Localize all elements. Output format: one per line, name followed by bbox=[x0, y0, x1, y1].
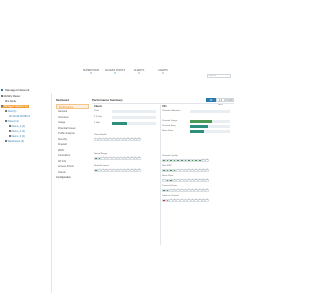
metric-label: Channel Quality bbox=[162, 155, 178, 157]
tab-all-radios[interactable]: All Radios bbox=[206, 98, 216, 106]
tree-item[interactable]: Demo_3 (4) bbox=[9, 135, 25, 139]
tree-item[interactable]: Warehouse (4) bbox=[5, 140, 24, 144]
tab-5ghz[interactable]: 5 GHz bbox=[225, 98, 234, 102]
menu-group-dashboard[interactable]: Dashboard bbox=[56, 98, 89, 103]
metric-label: Load on Channel bbox=[162, 195, 179, 197]
status-value: 8 bbox=[114, 72, 116, 75]
channel-row: 1 2 3 4 5 6 7 8 9 10 11 12 13 bbox=[162, 158, 209, 162]
metric-label: Channel Utilization bbox=[162, 110, 181, 112]
metric-label: Channel Busy bbox=[162, 125, 176, 127]
status-alerts[interactable]: ALERTS 0 bbox=[152, 69, 174, 75]
channel-row: 1 2 3 4 5 6 7 8 9 10 11 12 13 bbox=[94, 168, 141, 172]
network-icon bbox=[1, 88, 4, 92]
radio-tabs: All Radios 2.4 GHz 5 GHz bbox=[206, 98, 234, 106]
channel-cell: 13 bbox=[205, 198, 209, 202]
tree-item[interactable]: Demo_2 (4) bbox=[9, 130, 25, 134]
status-supervisor[interactable]: SUPERVISOR 8 bbox=[80, 69, 102, 75]
channel-row: 1 2 3 4 5 6 7 8 9 10 11 12 13 bbox=[94, 137, 141, 141]
metric-label: Channel Usage bbox=[162, 120, 178, 122]
channel-row: 1 2 3 4 5 6 7 8 9 10 11 12 13 bbox=[162, 168, 209, 172]
metric-bar bbox=[190, 120, 230, 123]
metric-label: Speed Range bbox=[94, 153, 108, 155]
tree-item[interactable]: Mm-Node bbox=[5, 100, 16, 104]
performance-panel: Performance Summary All Radios 2.4 GHz 5… bbox=[92, 98, 234, 248]
nav-divider bbox=[51, 93, 52, 293]
menu-item-potential-issues[interactable]: Potential Issues bbox=[56, 126, 89, 131]
tree-item[interactable]: Mobility Master bbox=[1, 95, 20, 99]
menu-item-overview[interactable]: Overview bbox=[56, 115, 89, 120]
panel-title: Performance Summary bbox=[92, 98, 123, 102]
channel-cell: 13 bbox=[205, 168, 209, 172]
nav-header[interactable]: Managed Network bbox=[0, 88, 50, 92]
metric-bar bbox=[190, 125, 230, 128]
channel-cell: 13 bbox=[205, 158, 209, 162]
channel-row: 1 2 3 4 5 6 7 8 9 10 11 12 13 bbox=[94, 156, 141, 160]
aps-heading: APs bbox=[162, 105, 167, 108]
menu-item-security[interactable]: Security bbox=[56, 137, 89, 142]
status-clients[interactable]: CLIENTS 0 bbox=[128, 69, 150, 75]
tree-item[interactable]: Demo_1 (4) bbox=[9, 125, 25, 129]
menu-item-ap-info[interactable]: AP Info bbox=[56, 159, 89, 164]
metric-label: Noise Floor bbox=[162, 130, 174, 132]
channel-row: 1 2 3 4 5 6 7 8 9 10 11 12 13 bbox=[162, 178, 209, 182]
clients-heading: Clients bbox=[94, 105, 102, 108]
metric-label: 2.4 GHz bbox=[94, 116, 103, 118]
metric-label: Retried Frames bbox=[94, 165, 110, 167]
channel-cell: 13 bbox=[205, 178, 209, 182]
tree-item[interactable]: Planet (4) bbox=[5, 120, 18, 124]
menu-item-wan[interactable]: WAN bbox=[56, 148, 89, 153]
menu-item-firewall[interactable]: Firewall bbox=[56, 142, 89, 147]
menu-item-clients[interactable]: Clients bbox=[56, 170, 89, 175]
menu-item-performance[interactable]: Performance bbox=[56, 103, 89, 109]
channel-cell: 13 bbox=[137, 156, 141, 160]
metric-bar bbox=[190, 110, 230, 113]
metric-fill bbox=[112, 122, 128, 125]
menu-item-usage[interactable]: Usage bbox=[56, 120, 89, 125]
search-input[interactable]: Search bbox=[207, 74, 231, 78]
tab-2-4ghz[interactable]: 2.4 GHz bbox=[216, 98, 225, 106]
metric-label: Max EIRP bbox=[162, 165, 172, 167]
metric-fill bbox=[190, 120, 212, 123]
metric-label: 5 GHz bbox=[94, 122, 101, 124]
status-value: 0 bbox=[138, 72, 140, 75]
nav-title: Managed Network bbox=[5, 88, 30, 92]
status-strip: SUPERVISOR 8 ACCESS POINTS 8 CLIENTS 0 A… bbox=[0, 69, 240, 83]
metric-label: Total bbox=[94, 110, 99, 112]
channel-row: 1 2 3 4 5 6 7 8 9 10 11 12 13 bbox=[162, 188, 209, 192]
metric-bar bbox=[112, 122, 156, 125]
tree-item[interactable]: Ariel (1) bbox=[5, 110, 16, 114]
menu-item-controllers[interactable]: Controllers bbox=[56, 153, 89, 158]
channel-cell: 13 bbox=[137, 168, 141, 172]
menu-item-access-points[interactable]: Access Points bbox=[56, 164, 89, 169]
metric-label: Client Health bbox=[94, 134, 107, 136]
metric-fill bbox=[190, 130, 204, 133]
status-value: 0 bbox=[162, 72, 164, 75]
metric-label: Transmit Power bbox=[162, 185, 178, 187]
menu-group-configuration[interactable]: Configuration bbox=[56, 175, 89, 180]
tree-item-selected[interactable]: Managed Network (4) bbox=[1, 104, 29, 109]
channel-cell: 13 bbox=[205, 188, 209, 192]
metric-bar bbox=[190, 130, 230, 133]
menu-item-network[interactable]: Network bbox=[56, 109, 89, 114]
tree-item[interactable]: 00:1A:1E:00:0B:14 bbox=[9, 115, 30, 119]
status-value: 8 bbox=[90, 72, 92, 75]
metric-bar bbox=[112, 116, 156, 119]
channel-cell: 13 bbox=[137, 137, 141, 141]
status-access-points[interactable]: ACCESS POINTS 8 bbox=[104, 69, 126, 75]
channel-row: 1 2 3 4 5 6 7 8 9 10 11 12 13 bbox=[162, 198, 209, 202]
metric-label: Noise Floor bbox=[162, 175, 174, 177]
metric-bar bbox=[112, 110, 156, 113]
metric-fill bbox=[190, 125, 208, 128]
menu-item-traffic-analysis[interactable]: Traffic Analysis bbox=[56, 131, 89, 136]
